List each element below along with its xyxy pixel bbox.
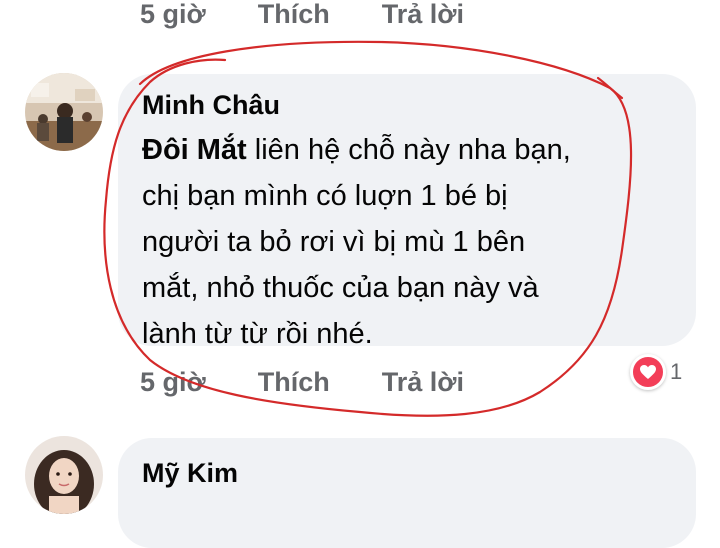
mention-link[interactable]: Đôi Mắt <box>142 134 247 166</box>
comment-line-3: người ta bỏ rơi vì bị mù 1 bên <box>142 226 526 258</box>
avatar[interactable] <box>25 73 103 151</box>
like-button[interactable]: Thích <box>258 367 330 398</box>
comment-author[interactable]: Minh Châu <box>142 90 280 121</box>
comment-actions: 5 giờ Thích Trả lời <box>140 364 516 400</box>
comment-line-1: Đôi Mắt liên hệ chỗ này nha bạn, <box>142 127 571 173</box>
reply-button[interactable]: Trả lời <box>382 367 464 398</box>
avatar[interactable] <box>25 436 103 514</box>
comment-text: Đôi Mắt liên hệ chỗ này nha bạn, chị bạn… <box>142 127 571 357</box>
timestamp[interactable]: 5 giờ <box>140 0 206 30</box>
previous-comment-actions: 5 giờ Thích Trả lời <box>140 0 516 32</box>
comment-line-5: lành từ từ rồi nhé. <box>142 318 373 350</box>
comment-author[interactable]: Mỹ Kim <box>142 458 238 489</box>
heart-reaction-icon <box>630 354 666 390</box>
like-button[interactable]: Thích <box>258 0 330 30</box>
reply-button[interactable]: Trả lời <box>382 0 464 30</box>
comment-line-4: mắt, nhỏ thuốc của bạn này và <box>142 272 539 304</box>
comment-line-1-text: liên hệ chỗ này nha bạn, <box>246 134 571 166</box>
reaction-count-value: 1 <box>670 359 683 384</box>
comment-line-2: chị bạn mình có luợn 1 bé bị <box>142 180 508 212</box>
reaction-count[interactable]: 1 <box>630 354 682 390</box>
timestamp[interactable]: 5 giờ <box>140 367 206 398</box>
comment-bubble <box>118 438 696 548</box>
